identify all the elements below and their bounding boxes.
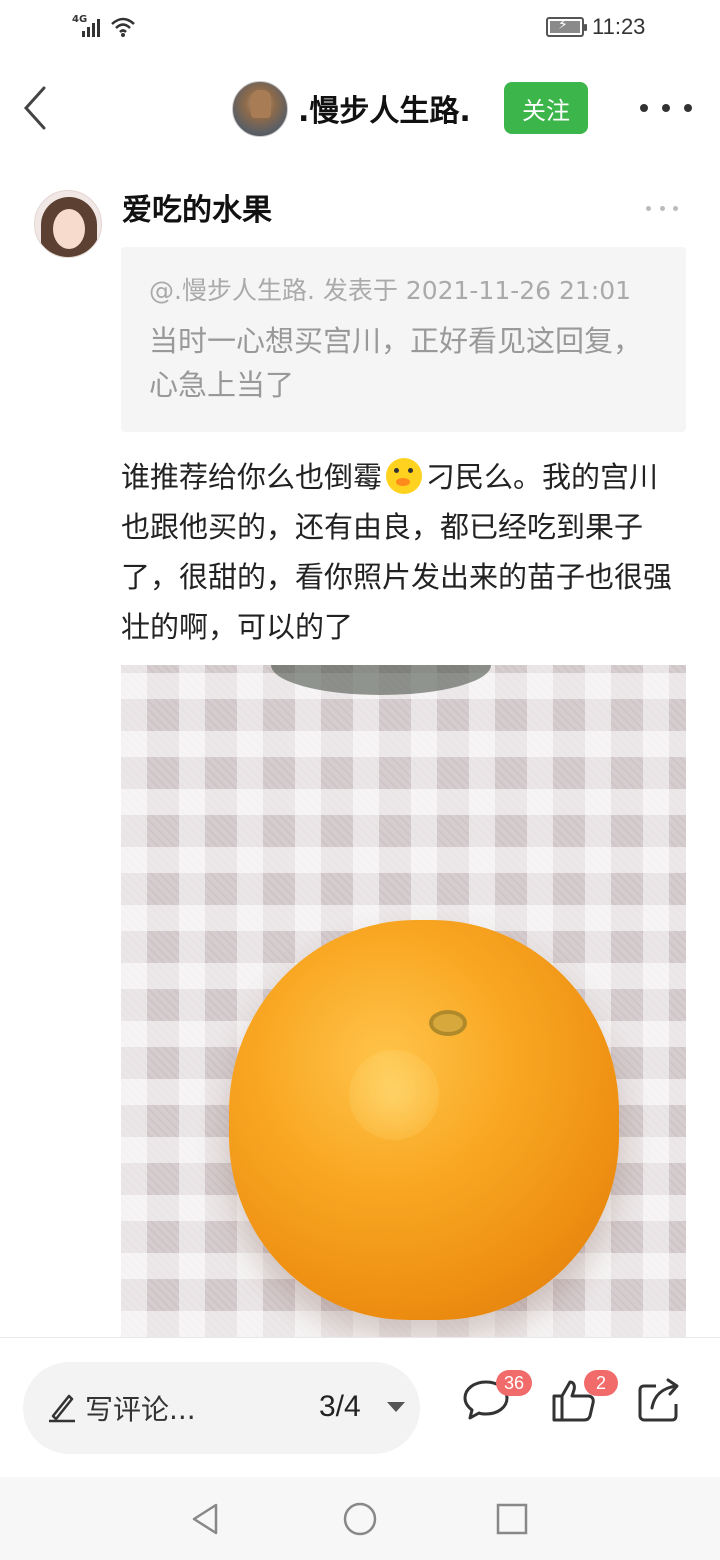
chevron-down-icon[interactable] — [387, 1402, 405, 1412]
wifi-icon — [111, 17, 135, 37]
comment-count-badge: 36 — [496, 1370, 533, 1396]
battery-icon: ⚡ — [546, 17, 587, 37]
post-body: 谁推荐给你么也倒霉 刁民么。我的宫川也跟他买的，还有由良，都已经吃到果子了，很甜的… — [121, 452, 686, 652]
chevron-left-icon[interactable] — [18, 80, 58, 136]
circle-home-icon[interactable] — [340, 1499, 380, 1539]
follow-button[interactable]: 关注 — [504, 82, 588, 134]
author-name[interactable]: .慢步人生路. — [298, 86, 471, 130]
signal-icon: 4G — [72, 14, 136, 40]
like-count-badge: 2 — [584, 1370, 618, 1396]
pen-icon — [49, 1394, 75, 1423]
post-photo[interactable] — [121, 665, 686, 1337]
quote-text: 当时一心想买宫川，正好看见这回复，心急上当了 — [149, 324, 643, 402]
share-icon[interactable] — [634, 1374, 686, 1426]
square-recent-icon[interactable] — [492, 1499, 532, 1539]
system-nav-bar — [0, 1477, 720, 1560]
poster-avatar[interactable] — [34, 190, 102, 258]
duck-emoji-icon — [386, 458, 423, 494]
quoted-reply[interactable]: @.慢步人生路. 发表于 2021-11-26 21:01 当时一心想买宫川，正… — [121, 247, 686, 432]
quote-meta: @.慢步人生路. 发表于 2021-11-26 21:01 — [149, 276, 632, 305]
top-nav: .慢步人生路. 关注 — [0, 56, 720, 160]
post-more-icon[interactable] — [646, 206, 678, 212]
post-body-part-1: 谁推荐给你么也倒霉 — [121, 460, 383, 494]
status-bar: 4G ⚡ 11:23 — [0, 0, 720, 56]
clock: 11:23 — [592, 14, 646, 39]
triangle-back-icon[interactable] — [186, 1499, 226, 1539]
more-horizontal-icon[interactable] — [640, 90, 692, 126]
page-indicator[interactable]: 3/4 — [319, 1390, 361, 1424]
bottom-action-bar: 写评论... 3/4 36 2 — [0, 1337, 720, 1477]
author-avatar[interactable] — [232, 81, 288, 137]
comment-placeholder: 写评论... — [85, 1393, 196, 1426]
comment-input[interactable]: 写评论... 3/4 — [23, 1362, 420, 1454]
post-title: 爱吃的水果 — [122, 193, 272, 228]
